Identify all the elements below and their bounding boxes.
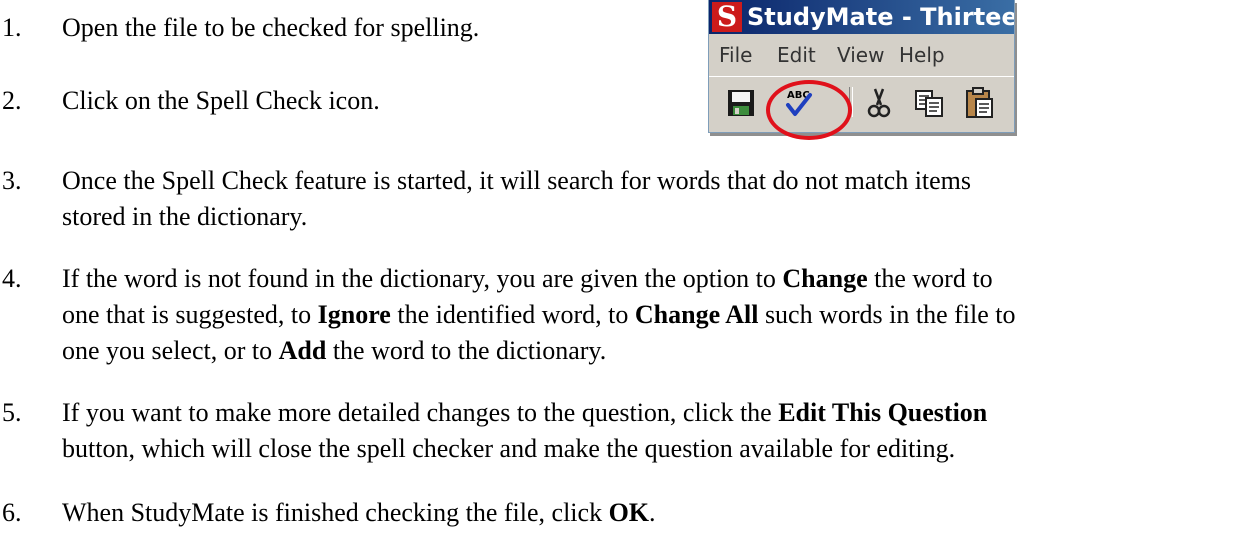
step-number: 2. <box>2 86 22 115</box>
copy-icon[interactable] <box>909 85 949 121</box>
step-text-segment: the identified word, to <box>390 300 635 329</box>
step-text-segment: the word to <box>867 264 993 293</box>
studymate-logo: S <box>712 2 742 32</box>
studymate-window-screenshot: S StudyMate - Thirteen C File Edit View … <box>708 0 1015 133</box>
step-text: When StudyMate is finished checking the … <box>62 495 1232 531</box>
step-text: Click on the Spell Check icon. <box>62 86 380 115</box>
step-text: If you want to make more detailed change… <box>62 395 1232 467</box>
highlight-circle <box>766 80 852 140</box>
paste-icon[interactable] <box>959 85 999 121</box>
step-line: stored in the dictionary. <box>62 202 308 231</box>
title-bar: S StudyMate - Thirteen C <box>709 0 1014 34</box>
menu-bar: File Edit View Help <box>709 36 1014 74</box>
change-all-term: Change All <box>634 300 759 329</box>
change-term: Change <box>782 264 868 293</box>
menu-help[interactable]: Help <box>899 36 945 74</box>
step-text-segment: When StudyMate is finished checking the … <box>62 498 609 527</box>
step-text-segment: If the word is not found in the dictiona… <box>62 264 783 293</box>
step-number: 1. <box>2 13 22 42</box>
ignore-term: Ignore <box>317 300 391 329</box>
step-line: Once the Spell Check feature is started,… <box>62 166 972 195</box>
step-text-segment: If you want to make more detailed change… <box>62 398 779 427</box>
step-text-segment: . <box>649 498 656 527</box>
step-text: Once the Spell Check feature is started,… <box>62 163 1232 235</box>
menu-file[interactable]: File <box>719 36 752 74</box>
step-number: 6. <box>2 498 22 527</box>
step-text-segment: one you select, or to <box>62 336 279 365</box>
menu-view[interactable]: View <box>837 36 884 74</box>
step-number: 5. <box>2 398 22 427</box>
step-text: If the word is not found in the dictiona… <box>62 261 1232 369</box>
cut-icon[interactable] <box>859 85 899 121</box>
step-text-segment: such words in the file to <box>758 300 1016 329</box>
step-number: 4. <box>2 264 22 293</box>
add-term: Add <box>278 336 327 365</box>
step-text-segment: one that is suggested, to <box>62 300 318 329</box>
menu-edit[interactable]: Edit <box>777 36 816 74</box>
save-icon[interactable] <box>721 85 761 121</box>
step-number: 3. <box>2 166 22 195</box>
toolbar: ABC <box>709 76 1014 127</box>
step-text-segment: button, which will close the spell check… <box>62 434 956 463</box>
edit-this-question-term: Edit This Question <box>778 398 988 427</box>
window-title: StudyMate - Thirteen C <box>747 3 1014 31</box>
step-text-segment: the word to the dictionary. <box>326 336 607 365</box>
ok-term: OK <box>608 498 650 527</box>
step-text: Open the file to be checked for spelling… <box>62 13 480 42</box>
